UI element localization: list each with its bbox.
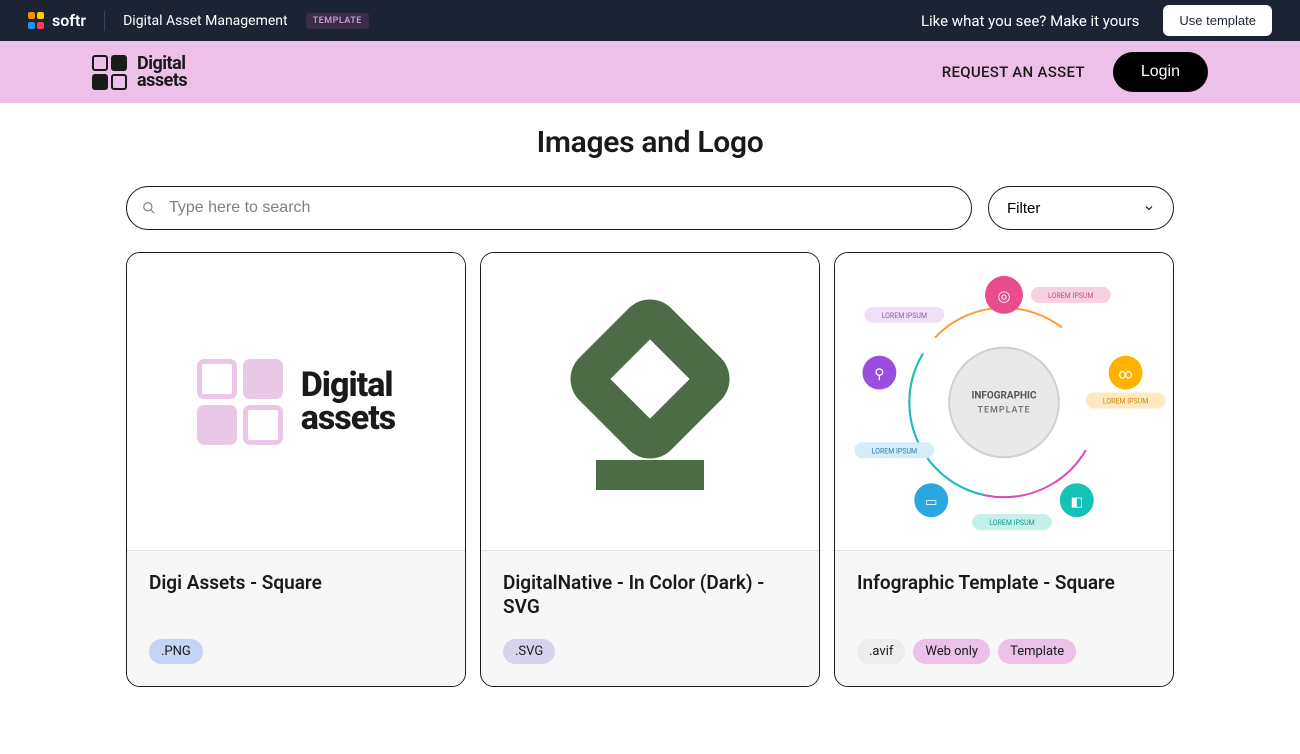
tag: .SVG (503, 639, 555, 664)
tag: .avif (857, 639, 905, 664)
svg-text:◧: ◧ (1071, 495, 1083, 510)
page-title: Images and Logo (0, 125, 1300, 160)
topbar-tagline: Like what you see? Make it yours (921, 12, 1139, 30)
softr-logo-icon (28, 12, 46, 30)
image-text-line1: Digital (301, 369, 396, 401)
svg-text:LOREM IPSUM: LOREM IPSUM (1103, 397, 1148, 405)
image-text-line2: assets (301, 402, 396, 434)
filter-label: Filter (1007, 200, 1040, 217)
app-logo-text: Digital assets (137, 55, 187, 89)
tag: .PNG (149, 639, 203, 664)
svg-text:LOREM IPSUM: LOREM IPSUM (882, 312, 927, 320)
card-image (481, 253, 819, 551)
softr-logo[interactable]: softr (28, 11, 86, 30)
template-badge: TEMPLATE (306, 13, 369, 29)
card-body: DigitalNative - In Color (Dark) - SVG .S… (481, 551, 819, 686)
svg-text:▭: ▭ (925, 495, 937, 510)
logo-line2: assets (137, 72, 187, 89)
digi-assets-logo-image: Digital assets (197, 359, 396, 445)
card-image: Digital assets (127, 253, 465, 551)
card-title: DigitalNative - In Color (Dark) - SVG (503, 571, 797, 621)
card-tags: .SVG (503, 639, 797, 664)
asset-card[interactable]: DigitalNative - In Color (Dark) - SVG .S… (480, 252, 820, 687)
svg-text:LOREM IPSUM: LOREM IPSUM (1048, 292, 1093, 300)
use-template-button[interactable]: Use template (1163, 5, 1272, 36)
app-navbar: Digital assets REQUEST AN ASSET Login (0, 41, 1300, 103)
svg-text:⚲: ⚲ (874, 367, 884, 383)
card-body: Digi Assets - Square .PNG (127, 551, 465, 686)
card-tags: .PNG (149, 639, 443, 664)
svg-text:∞: ∞ (1118, 367, 1132, 383)
tag: Web only (913, 639, 990, 664)
svg-text:◎: ◎ (997, 287, 1010, 305)
login-button[interactable]: Login (1113, 52, 1208, 92)
request-asset-link[interactable]: REQUEST AN ASSET (942, 63, 1085, 81)
card-title: Infographic Template - Square (857, 571, 1151, 621)
asset-card[interactable]: INFOGRAPHIC TEMPLATE ◎ ⚲ ∞ ▭ ◧ LOREM IPS… (834, 252, 1174, 687)
search-wrapper (126, 186, 972, 230)
app-logo-icon (92, 55, 127, 90)
search-input[interactable] (126, 186, 972, 230)
infographic-image: INFOGRAPHIC TEMPLATE ◎ ⚲ ∞ ▭ ◧ LOREM IPS… (835, 253, 1173, 550)
app-logo[interactable]: Digital assets (92, 55, 187, 90)
topbar-title: Digital Asset Management (123, 13, 287, 29)
card-title: Digi Assets - Square (149, 571, 443, 621)
topbar-left: softr Digital Asset Management TEMPLATE (28, 11, 369, 31)
controls-row: Filter (0, 186, 1300, 230)
nav-right: REQUEST AN ASSET Login (942, 52, 1208, 92)
card-tags: .avif Web only Template (857, 639, 1151, 664)
filter-button[interactable]: Filter (988, 186, 1174, 230)
asset-card[interactable]: Digital assets Digi Assets - Square .PNG (126, 252, 466, 687)
chevron-down-icon (1143, 202, 1155, 214)
softr-brand-text: softr (52, 11, 86, 30)
svg-text:LOREM IPSUM: LOREM IPSUM (989, 519, 1034, 527)
svg-text:TEMPLATE: TEMPLATE (977, 405, 1030, 415)
digitalnative-logo-image (585, 314, 715, 490)
tag: Template (998, 639, 1076, 664)
svg-text:LOREM IPSUM: LOREM IPSUM (872, 447, 917, 455)
cards-grid: Digital assets Digi Assets - Square .PNG… (0, 252, 1300, 717)
softr-topbar: softr Digital Asset Management TEMPLATE … (0, 0, 1300, 41)
card-image: INFOGRAPHIC TEMPLATE ◎ ⚲ ∞ ▭ ◧ LOREM IPS… (835, 253, 1173, 551)
card-body: Infographic Template - Square .avif Web … (835, 551, 1173, 686)
svg-text:INFOGRAPHIC: INFOGRAPHIC (972, 391, 1037, 402)
search-icon (142, 201, 156, 215)
divider (104, 11, 105, 31)
topbar-right: Like what you see? Make it yours Use tem… (921, 5, 1272, 36)
